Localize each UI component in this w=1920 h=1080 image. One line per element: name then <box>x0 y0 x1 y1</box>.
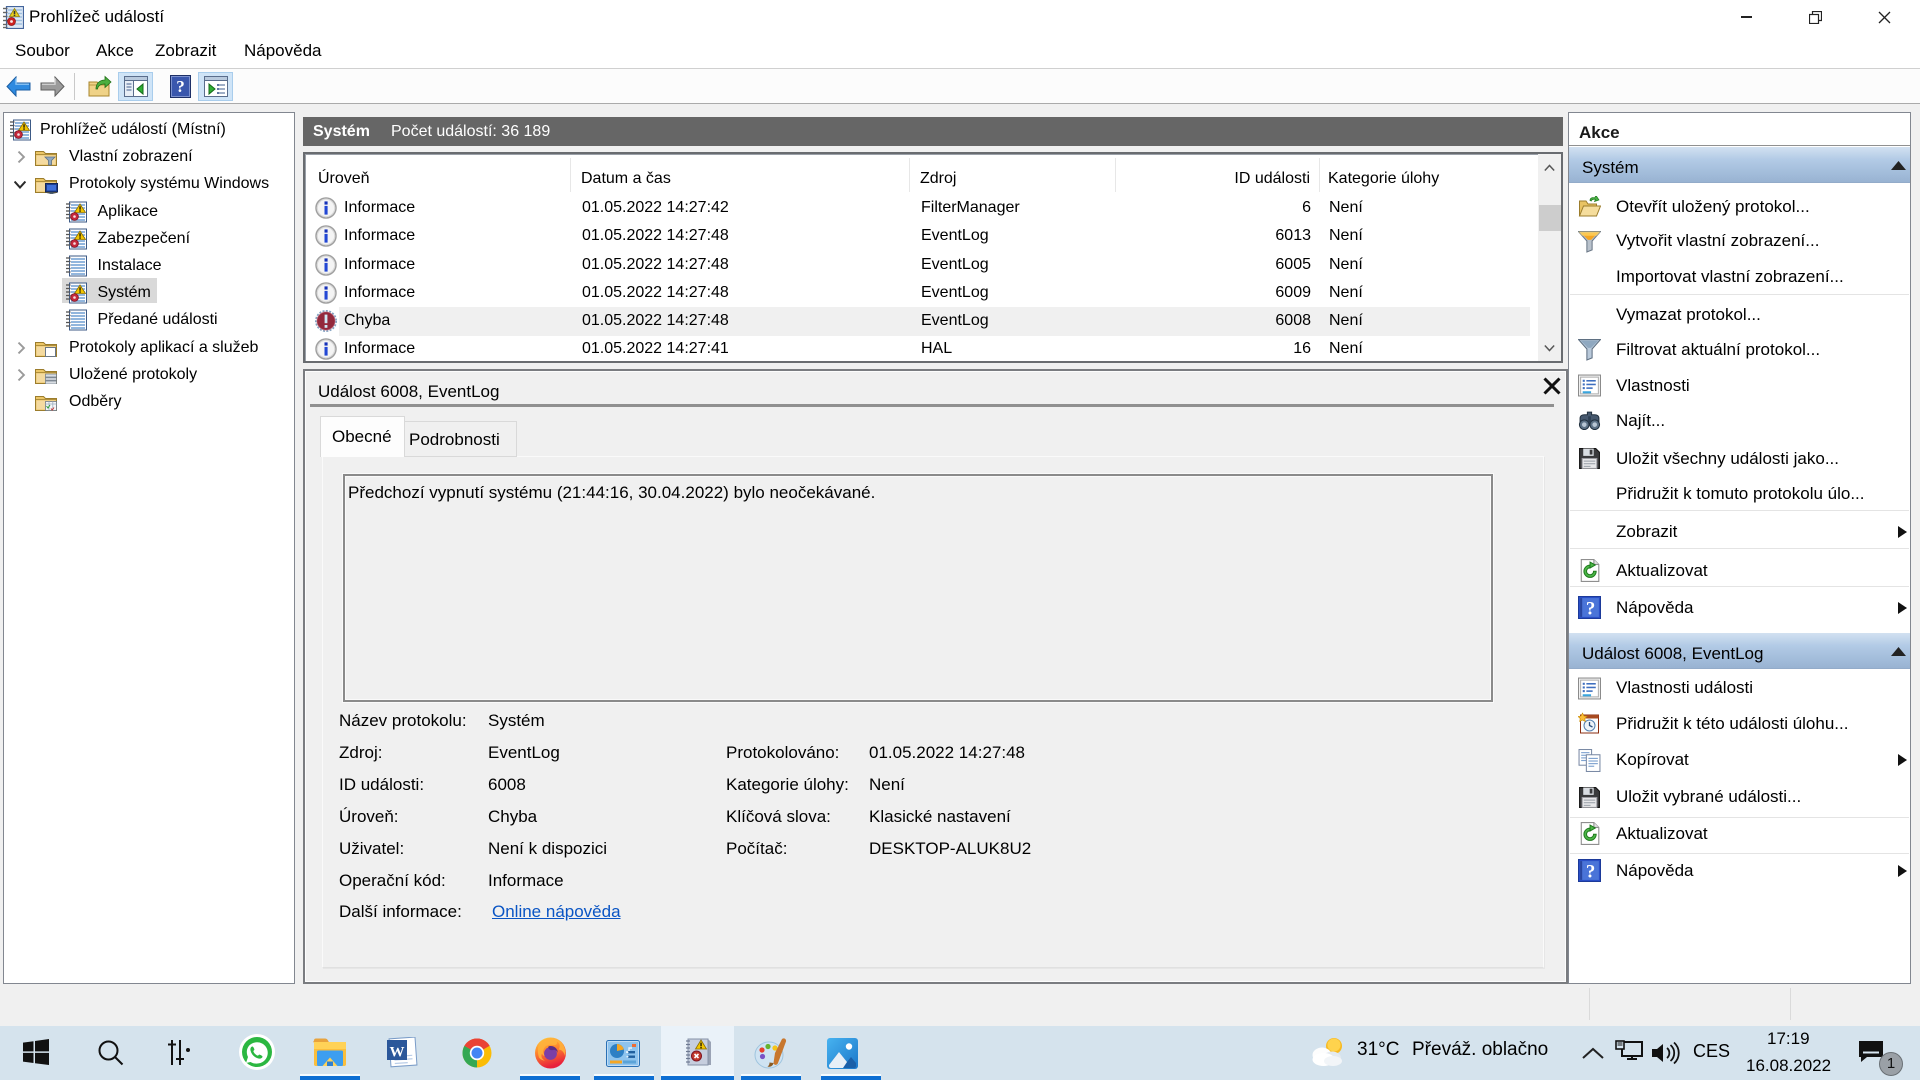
svg-text:?: ? <box>176 77 185 96</box>
svg-text:W: W <box>390 1045 405 1061</box>
